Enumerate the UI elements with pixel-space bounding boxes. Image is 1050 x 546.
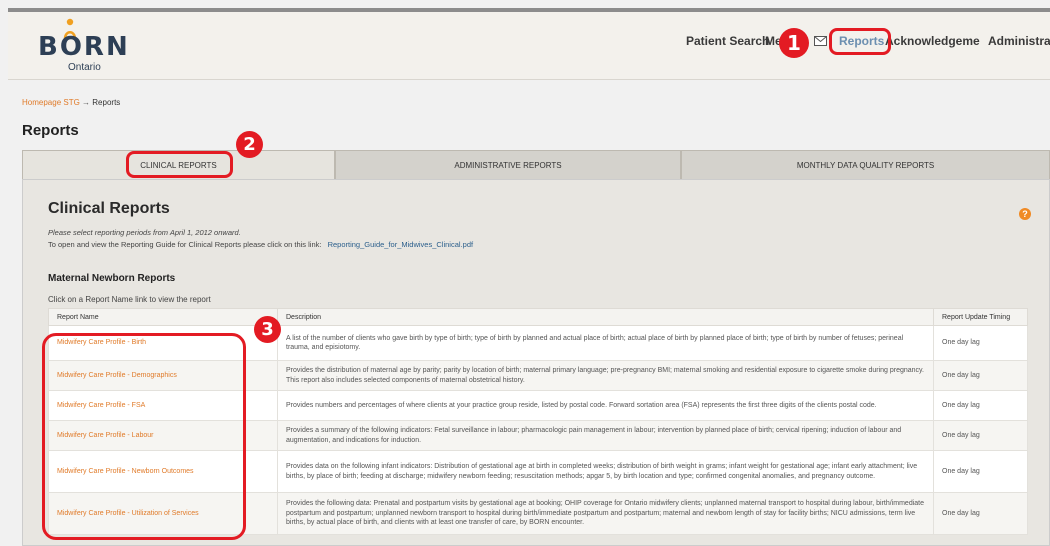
help-icon[interactable]: ? — [1019, 208, 1031, 220]
born-logo[interactable]: BORN Ontario — [36, 18, 128, 74]
report-timing: One day lag — [933, 360, 1028, 391]
logo-text: BORN — [38, 32, 130, 62]
report-timing: One day lag — [933, 390, 1028, 421]
breadcrumb: Homepage STG → Reports — [22, 98, 120, 107]
reporting-guide-line: To open and view the Reporting Guide for… — [48, 240, 473, 249]
report-description: Provides a summary of the following indi… — [277, 420, 934, 451]
section-title: Clinical Reports — [48, 200, 170, 217]
envelope-icon[interactable] — [814, 36, 827, 46]
step-marker-3: 3 — [254, 316, 281, 343]
nav-administration[interactable]: Administration — [988, 34, 1050, 48]
report-timing: One day lag — [933, 325, 1028, 361]
report-description: A list of the number of clients who gave… — [277, 325, 934, 361]
column-header-timing: Report Update Timing — [933, 308, 1028, 326]
reports-nav-highlight — [829, 28, 891, 55]
report-description: Provides data on the following infant in… — [277, 450, 934, 493]
report-timing: One day lag — [933, 450, 1028, 493]
guide-text: To open and view the Reporting Guide for… — [48, 240, 322, 249]
column-header-description: Description — [277, 308, 934, 326]
nav-acknowledgement[interactable]: Acknowledgement — [885, 34, 980, 48]
tab-monthly-data-quality-reports[interactable]: MONTHLY DATA QUALITY REPORTS — [681, 150, 1050, 180]
step-marker-2: 2 — [236, 131, 263, 158]
breadcrumb-current: Reports — [92, 98, 121, 107]
page-title: Reports — [22, 122, 79, 139]
report-timing: One day lag — [933, 492, 1028, 535]
report-names-highlight — [42, 333, 246, 540]
report-description: Provides numbers and percentages of wher… — [277, 390, 934, 421]
clinical-tab-highlight — [126, 151, 233, 178]
table-header-row: Report Name Description Report Update Ti… — [48, 308, 1028, 326]
reporting-guide-link[interactable]: Reporting_Guide_for_Midwives_Clinical.pd… — [328, 240, 474, 249]
nav-patient-search[interactable]: Patient Search — [686, 34, 769, 48]
report-timing: One day lag — [933, 420, 1028, 451]
maternal-newborn-reports-title: Maternal Newborn Reports — [48, 273, 176, 284]
step-marker-1: 1 — [779, 28, 809, 58]
column-header-report-name: Report Name — [48, 308, 278, 326]
breadcrumb-separator: → — [82, 98, 91, 107]
report-instruction: Click on a Report Name link to view the … — [48, 295, 211, 304]
tab-administrative-reports[interactable]: ADMINISTRATIVE REPORTS — [335, 150, 681, 180]
report-description: Provides the following data: Prenatal an… — [277, 492, 934, 535]
logo-subtext: Ontario — [68, 62, 101, 73]
report-description: Provides the distribution of maternal ag… — [277, 360, 934, 391]
breadcrumb-home-link[interactable]: Homepage STG — [22, 98, 80, 107]
reporting-period-note: Please select reporting periods from Apr… — [48, 228, 241, 237]
